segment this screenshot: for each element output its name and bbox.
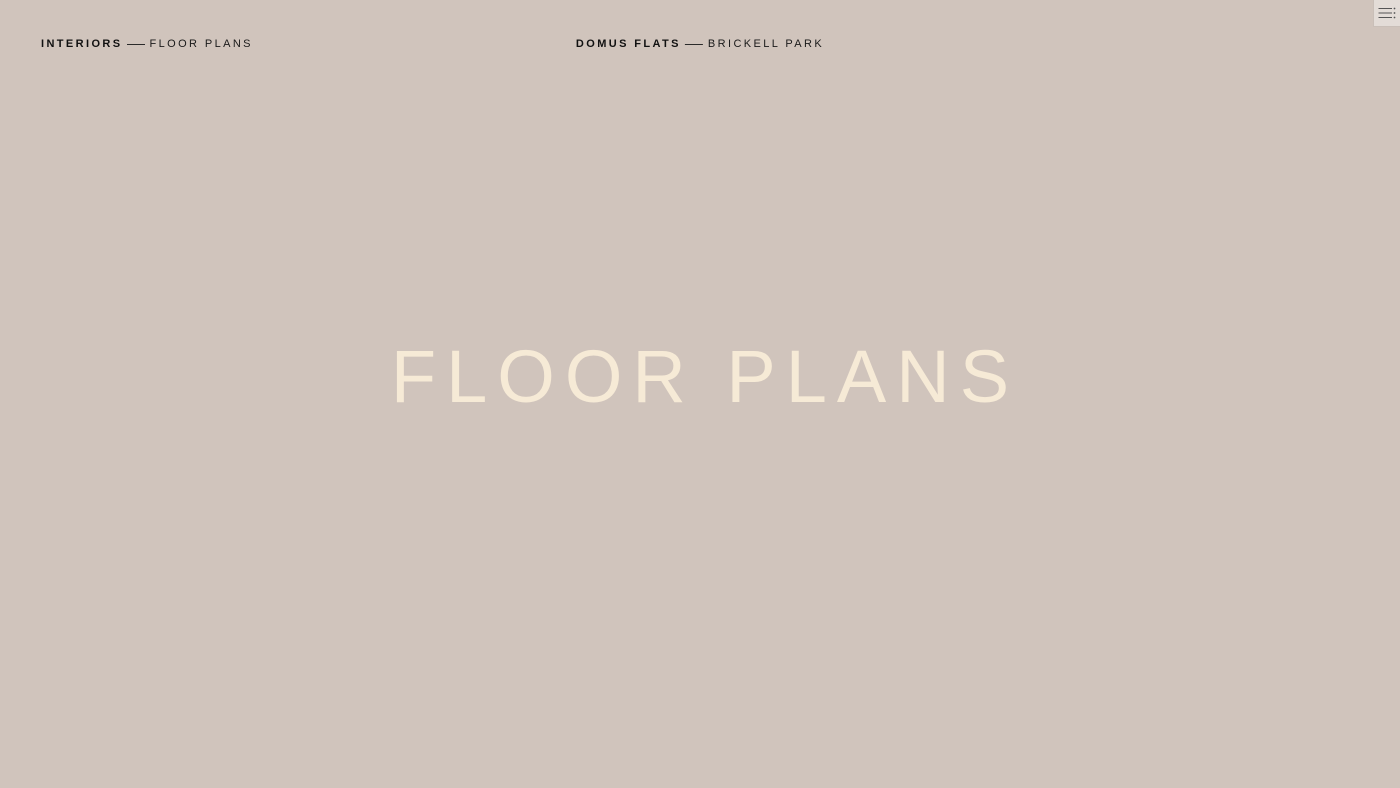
property-location: BRICKELL PARK [707,38,825,50]
breadcrumb: INTERIORS FLOOR PLANS [41,38,253,50]
menu-button[interactable] [1373,0,1400,27]
property-header: DOMUS FLATS BRICKELL PARK [576,38,824,50]
property-name-link[interactable]: DOMUS FLATS [576,38,681,50]
breadcrumb-separator [126,43,145,45]
breadcrumb-section-link[interactable]: INTERIORS [41,38,123,50]
breadcrumb-current-page: FLOOR PLANS [149,38,253,50]
property-separator [684,43,703,45]
page-title: FLOOR PLANS [390,335,1020,418]
menu-icon [1378,7,1396,19]
